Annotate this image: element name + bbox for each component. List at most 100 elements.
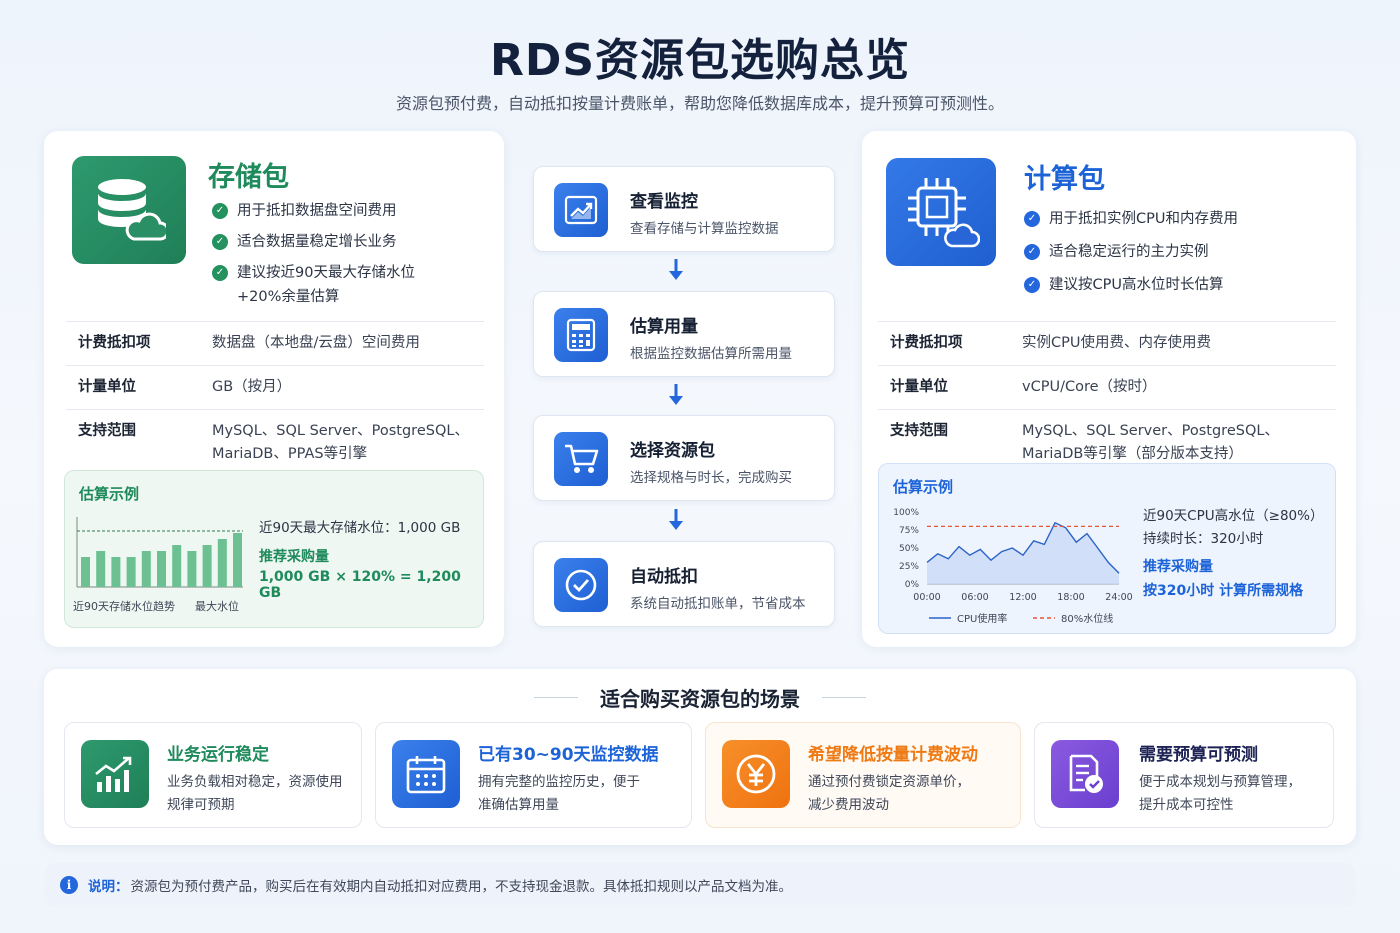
bar (157, 551, 166, 587)
note-label: 说明： (88, 879, 129, 895)
scenario-name: 已有30~90天监控数据 (478, 745, 659, 765)
check-icon: ✓ (212, 265, 228, 281)
yen-coin-icon (722, 740, 790, 808)
scenario-desc: 便于成本规划与预算管理， 提升成本可控性 (1139, 774, 1301, 813)
flow-step-title: 估算用量 (630, 317, 698, 337)
feature-item: ✓ 适合稳定运行的主力实例 (1024, 240, 1238, 264)
y-tick-label: 75% (899, 526, 919, 536)
recommend-formula: 按320小时 计算所需规格 (1143, 583, 1304, 599)
bar (187, 551, 197, 587)
feature-item: ✓ 适合数据量稳定增长业务 (212, 230, 415, 254)
trend-chart-icon (554, 183, 608, 237)
compute-example-box: 估算示例 100% 75% 50% 25% 0% 00:00 06:00 12:00 18:00… (878, 463, 1336, 634)
recommend-label: 推荐采购量 (1143, 559, 1213, 575)
bar (126, 557, 136, 587)
chart-caption: 最大水位 (195, 600, 239, 613)
example-title: 估算示例 (79, 485, 140, 503)
flow-step-desc: 根据监控数据估算所需用量 (630, 346, 792, 362)
flow-step-desc: 选择规格与时长，完成购买 (630, 470, 792, 486)
check-icon: ✓ (212, 234, 228, 250)
x-tick-label: 06:00 (961, 592, 988, 603)
scenario-card: 业务运行稳定 业务负载相对稳定，资源使用 规律可预期 (64, 722, 362, 828)
legend-cpu-label: CPU使用率 (957, 612, 1007, 625)
compute-package-card: 计算包 ✓ 用于抵扣实例CPU和内存费用 ✓ 适合稳定运行的主力实例 ✓ 建议按CPU… (862, 131, 1356, 647)
feature-item: ✓ 建议按近90天最大存储水位 +20%余量估算 (212, 261, 415, 309)
feature-item: ✓ 建议按CPU高水位时长估算 (1024, 273, 1238, 297)
table-row: 计量单位 vCPU/Core（按时） (878, 365, 1336, 409)
database-cloud-icon (72, 156, 186, 264)
feature-item: ✓ 用于抵扣实例CPU和内存费用 (1024, 207, 1238, 231)
arrow-down-icon (669, 509, 683, 530)
y-tick-label: 100% (893, 508, 919, 518)
storage-package-title: 存储包 (208, 162, 289, 193)
y-tick-label: 50% (899, 544, 919, 554)
page-subtitle: 资源包预付费，自动抵扣按量计费账单，帮助您降低数据库成本，提升预算可预测性。 (395, 94, 1004, 113)
check-icon: ✓ (1024, 277, 1040, 293)
flow-step-title: 查看监控 (630, 192, 698, 212)
check-icon: ✓ (1024, 211, 1040, 227)
x-tick-label: 12:00 (1009, 592, 1036, 603)
max-storage-text: 近90天最大存储水位：1,000 GB (259, 520, 461, 536)
table-row: 计费抵扣项 实例CPU使用费、内存使用费 (878, 321, 1336, 365)
example-title: 估算示例 (893, 478, 954, 496)
flow-step-desc: 查看存储与计算监控数据 (630, 221, 779, 237)
scenarios-section: 适合购买资源包的场景 业务运行稳定 业务负载相对稳定，资源使用 规律可预期 已有… (44, 669, 1356, 845)
scenario-name: 需要预算可预测 (1139, 745, 1258, 765)
calculator-icon (554, 308, 608, 362)
storage-example-box: 估算示例 近90天存储水位趋势 最大水位 近90天最大存储水位：1,000 GB… (64, 470, 484, 628)
scenario-card: 已有30~90天监控数据 拥有完整的监控历史，便于 准确估算用量 (375, 722, 692, 828)
scenario-name: 希望降低按量计费波动 (808, 745, 978, 765)
scenario-name: 业务运行稳定 (167, 745, 269, 765)
bar (81, 557, 90, 587)
check-icon: ✓ (1024, 244, 1040, 260)
flow-step-deduct: 自动抵扣 系统自动抵扣账单，节省成本 (533, 541, 835, 627)
recommend-label: 推荐采购量 (259, 549, 329, 565)
flow-step-estimate: 估算用量 根据监控数据估算所需用量 (533, 291, 835, 377)
scenario-card: 需要预算可预测 便于成本规划与预算管理， 提升成本可控性 (1034, 722, 1334, 828)
cpu-highwater-text: 近90天CPU高水位（≥80%） (1143, 508, 1324, 524)
note-text: 资源包为预付费产品，购买后在有效期内自动抵扣对应费用，不支持现金退款。具体抵扣规… (130, 879, 793, 895)
arrow-down-icon (669, 259, 683, 280)
bar (172, 545, 182, 587)
check-icon: ✓ (212, 203, 228, 219)
x-tick-label: 00:00 (913, 592, 940, 603)
cpu-usage-chart: 100% 75% 50% 25% 0% 00:00 06:00 12:00 18:00 24:00… (893, 508, 1132, 625)
compute-package-title: 计算包 (1024, 164, 1105, 195)
storage-feature-list: ✓ 用于抵扣数据盘空间费用 ✓ 适合数据量稳定增长业务 ✓ 建议按近90天最大存储水位… (212, 199, 415, 316)
legend-threshold-label: 80%水位线 (1061, 612, 1113, 625)
y-tick-label: 25% (899, 562, 919, 572)
scenario-desc: 通过预付费锁定资源单价， 减少费用波动 (808, 774, 970, 813)
y-tick-label: 0% (905, 580, 920, 590)
flow-step-title: 选择资源包 (630, 441, 715, 461)
bar (141, 551, 151, 587)
chart-caption: 近90天存储水位趋势 (73, 600, 175, 613)
bar (217, 539, 227, 587)
arrow-down-icon (669, 384, 683, 405)
table-row: 计费抵扣项 数据盘（本地盘/云盘）空间费用 (66, 321, 484, 365)
flow-step-monitor: 查看监控 查看存储与计算监控数据 (533, 166, 835, 252)
scenario-desc: 拥有完整的监控历史，便于 准确估算用量 (478, 774, 640, 813)
calendar-icon (392, 740, 460, 808)
cart-icon (554, 432, 608, 486)
info-icon: i (60, 876, 78, 894)
scenario-card: 希望降低按量计费波动 通过预付费锁定资源单价， 减少费用波动 (705, 722, 1021, 828)
flow-step-desc: 系统自动抵扣账单，节省成本 (630, 596, 806, 612)
scenarios-title: 适合购买资源包的场景 (600, 687, 800, 711)
storage-package-card: 存储包 ✓ 用于抵扣数据盘空间费用 ✓ 适合数据量稳定增长业务 ✓ 建议按近90天最大… (44, 131, 504, 647)
table-row: 计量单位 GB（按月） (66, 365, 484, 409)
x-tick-label: 24:00 (1105, 592, 1132, 603)
document-check-icon (1051, 740, 1119, 808)
flow-step-title: 自动抵扣 (630, 567, 698, 587)
storage-info-table: 计费抵扣项 数据盘（本地盘/云盘）空间费用 计量单位 GB（按月） 支持范围 MySQ… (66, 321, 484, 476)
bar (111, 557, 121, 587)
page-title: RDS资源包选购总览 (489, 35, 911, 86)
cpu-chip-cloud-icon (886, 158, 996, 266)
table-row: 支持范围 MySQL、SQL Server、PostgreSQL、 MariaDB… (66, 409, 484, 476)
x-tick-label: 18:00 (1057, 592, 1084, 603)
bar (202, 545, 212, 587)
flow-step-select: 选择资源包 选择规格与时长，完成购买 (533, 415, 835, 501)
storage-bar-chart (76, 517, 243, 588)
duration-text: 持续时长：320小时 (1143, 531, 1264, 547)
check-circle-icon (554, 558, 608, 612)
bar-growth-icon (81, 740, 149, 808)
